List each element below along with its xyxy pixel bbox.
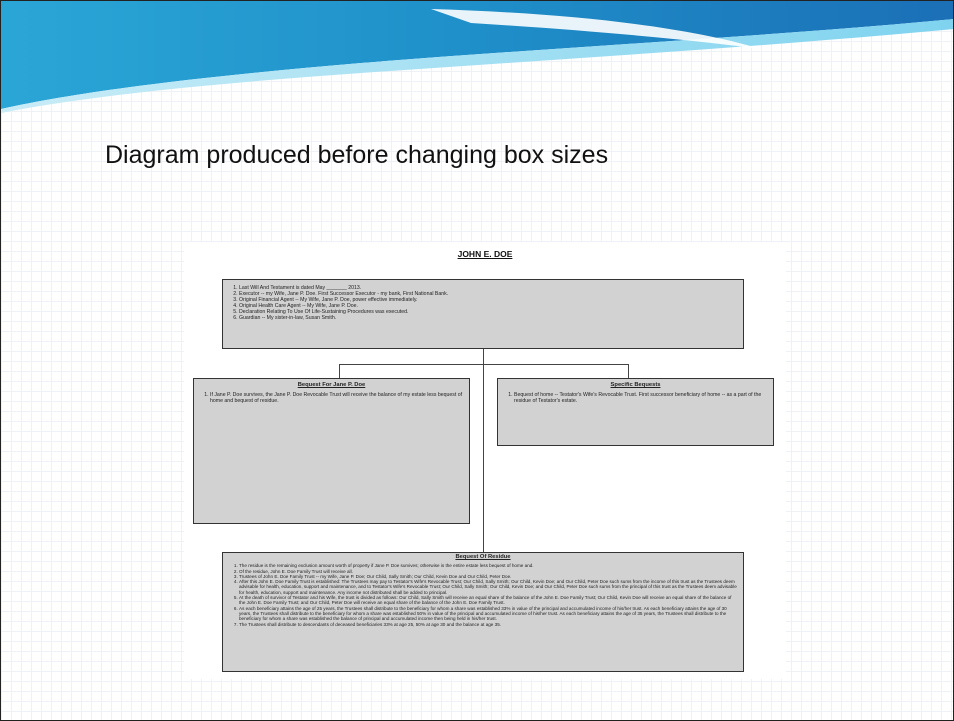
list-item: Bequest of home -- Testator's Wife's Rev… (514, 392, 767, 404)
specific-bequests-heading: Specific Bequests (610, 382, 661, 388)
bequest-residue-box: Bequest Of Residue The residue is the re… (222, 552, 744, 672)
list-item: As each beneficiary attains the age of 2… (239, 606, 737, 622)
estate-summary-list: Last Will And Testament is dated May ___… (229, 285, 737, 321)
connector-horizontal (339, 364, 629, 365)
bequest-jane-box: Bequest For Jane P. Doe If Jane P. Doe s… (193, 378, 470, 524)
slide-header-swoosh (1, 1, 953, 113)
diagram-image: JOHN E. DOE Last Will And Testament is d… (184, 242, 786, 679)
connector-main-stem (483, 364, 484, 552)
connector-left-drop (339, 364, 340, 378)
diagram-title: JOHN E. DOE (457, 249, 513, 259)
connector-right-drop (628, 364, 629, 378)
slide-title: Diagram produced before changing box siz… (105, 141, 609, 169)
list-item: After this John E. Doe Family Trust is e… (239, 579, 737, 595)
list-item: If Jane P. Doe survives, the Jane P. Doe… (210, 392, 463, 404)
slide: Diagram produced before changing box siz… (0, 0, 954, 721)
bequest-jane-heading: Bequest For Jane P. Doe (297, 382, 366, 388)
list-item: The Trustees shall distribute to descend… (239, 622, 737, 627)
specific-bequests-box: Specific Bequests Bequest of home -- Tes… (497, 378, 774, 446)
list-item: Guardian -- My sister-in-law, Susan Smit… (239, 315, 737, 321)
bequest-residue-heading: Bequest Of Residue (455, 554, 511, 560)
list-item: At the death of survivor of Testator and… (239, 595, 737, 606)
estate-summary-box: Last Will And Testament is dated May ___… (222, 279, 744, 349)
connector-top-stem (483, 349, 484, 364)
